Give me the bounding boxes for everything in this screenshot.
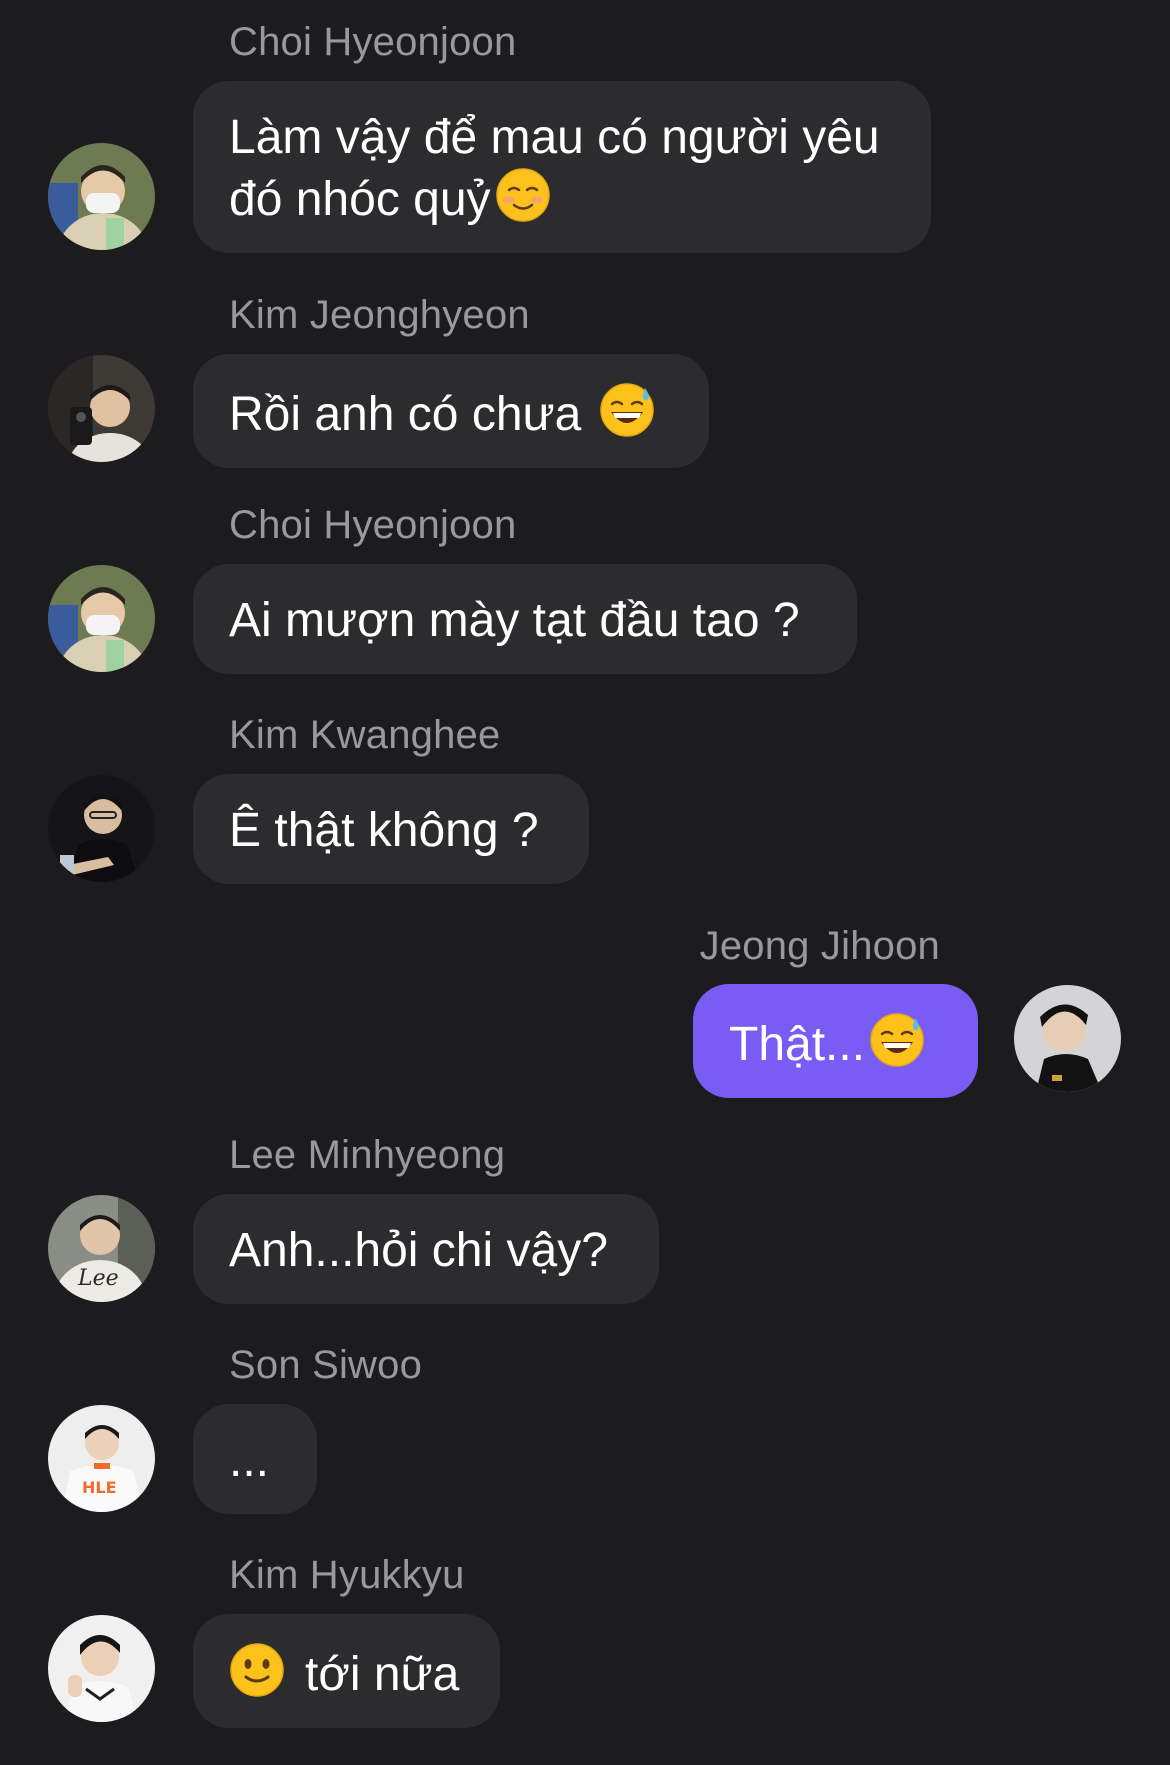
message-text: Ê thật không ?: [229, 804, 539, 857]
avatar[interactable]: Lee: [48, 1195, 155, 1302]
avatar-image: [1014, 985, 1121, 1092]
avatar[interactable]: [1014, 985, 1121, 1092]
svg-text:Lee: Lee: [77, 1266, 119, 1291]
avatar[interactable]: HLE: [48, 1405, 155, 1512]
avatar-image: [48, 143, 155, 250]
message-bubble[interactable]: tới nữa: [193, 1614, 500, 1728]
avatar-image: Lee: [48, 1195, 155, 1302]
avatar-image: [48, 775, 155, 882]
message-text: tới nữa: [305, 1648, 460, 1701]
message-text: Thật...: [729, 1018, 866, 1071]
chat-thread: Choi Hyeonjoon Làm vậy để mau có người y…: [0, 0, 1170, 1765]
slightly-smiling-emoji-icon: [229, 1642, 285, 1698]
avatar-image: HLE: [48, 1405, 155, 1512]
message-bubble[interactable]: Anh...hỏi chi vậy?: [193, 1194, 659, 1304]
avatar-image: [48, 355, 155, 462]
sender-name: Lee Minhyeong: [229, 1133, 506, 1177]
avatar[interactable]: [48, 1615, 155, 1722]
avatar[interactable]: [48, 355, 155, 462]
sender-name: Choi Hyeonjoon: [229, 20, 517, 64]
message-text: Anh...hỏi chi vậy?: [229, 1224, 608, 1277]
avatar[interactable]: [48, 143, 155, 250]
message-bubble[interactable]: ...: [193, 1404, 317, 1514]
avatar-image: [48, 1615, 155, 1722]
message-text: Làm vậy để mau có người yêu đó nhóc quỷ: [229, 111, 880, 226]
message-bubble[interactable]: Ai mượn mày tạt đầu tao ?: [193, 564, 857, 674]
svg-text:HLE: HLE: [82, 1478, 117, 1497]
sender-name: Choi Hyeonjoon: [229, 503, 517, 547]
sender-name: Kim Hyukkyu: [229, 1553, 465, 1597]
grinning-sweat-emoji-icon: [869, 1012, 925, 1068]
message-text: ...: [229, 1434, 270, 1487]
message-text: Rồi anh có chưa: [229, 388, 595, 441]
message-bubble[interactable]: Làm vậy để mau có người yêu đó nhóc quỷ: [193, 81, 931, 253]
smiling-blush-emoji-icon: [495, 167, 551, 223]
avatar[interactable]: [48, 775, 155, 882]
avatar-image: [48, 565, 155, 672]
sender-name: Jeong Jihoon: [699, 924, 940, 968]
avatar[interactable]: [48, 565, 155, 672]
message-bubble[interactable]: Thật...: [693, 984, 978, 1098]
message-text: Ai mượn mày tạt đầu tao ?: [229, 594, 800, 647]
sender-name: Kim Kwanghee: [229, 713, 501, 757]
sender-name: Son Siwoo: [229, 1343, 423, 1387]
message-bubble[interactable]: Ê thật không ?: [193, 774, 589, 884]
grinning-sweat-emoji-icon: [599, 382, 655, 438]
message-bubble[interactable]: Rồi anh có chưa: [193, 354, 709, 468]
sender-name: Kim Jeonghyeon: [229, 293, 530, 337]
